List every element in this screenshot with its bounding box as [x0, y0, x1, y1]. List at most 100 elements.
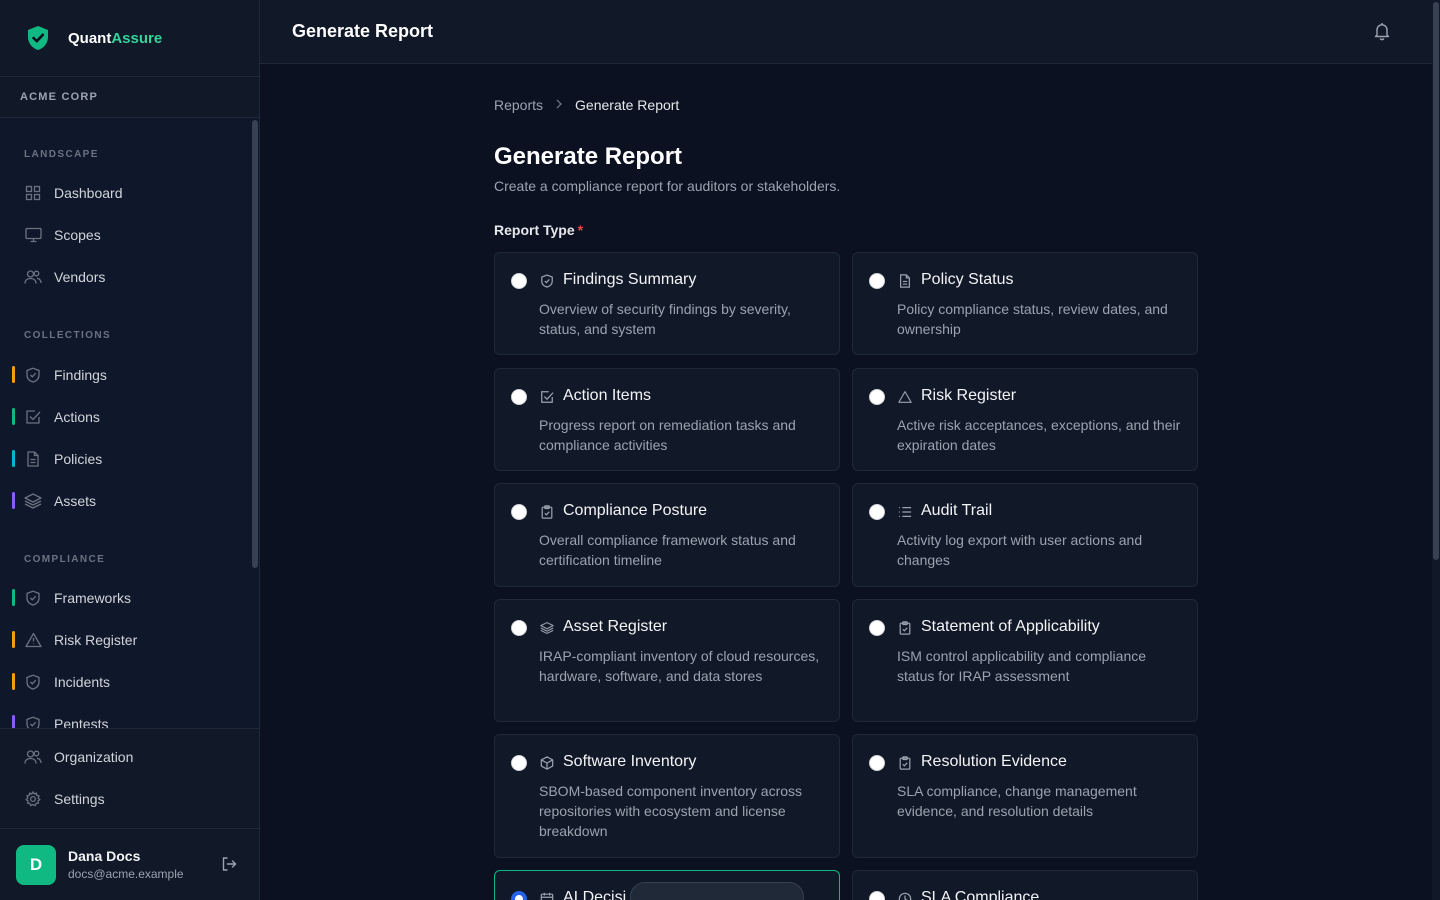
shield-icon: [24, 589, 42, 607]
sidebar-item-label: Actions: [54, 409, 100, 425]
report-type-description: Policy compliance status, review dates, …: [897, 301, 1168, 337]
report-type-option[interactable]: Software Inventory SBOM-based component …: [494, 734, 840, 858]
sidebar-item-label: Organization: [54, 749, 134, 765]
breadcrumb-reports-link[interactable]: Reports: [494, 97, 543, 113]
report-type-option[interactable]: Risk Register Active risk acceptances, e…: [852, 368, 1198, 471]
report-type-option[interactable]: Statement of Applicability ISM control a…: [852, 599, 1198, 722]
report-type-description: Activity log export with user actions an…: [897, 532, 1143, 568]
sidebar-item-label: Scopes: [54, 227, 101, 243]
sidebar-item-scopes[interactable]: Scopes: [0, 217, 250, 253]
user-profile[interactable]: D Dana Docs docs@acme.example: [0, 828, 259, 900]
sidebar-item-label: Frameworks: [54, 590, 132, 606]
color-bar: [12, 366, 15, 383]
report-type-option[interactable]: Policy Status Policy compliance status, …: [852, 252, 1198, 355]
report-type-title: Compliance Posture: [563, 502, 708, 519]
sidebar-item-organization[interactable]: Organization: [0, 739, 250, 775]
sidebar-item-policies[interactable]: Policies: [0, 441, 250, 477]
report-type-title: Audit Trail: [921, 502, 993, 519]
sidebar-item-label: Settings: [54, 791, 105, 807]
required-mark: *: [577, 222, 584, 238]
radio-button[interactable]: [869, 504, 885, 520]
sidebar-item-label: Incidents: [54, 674, 111, 690]
report-type-title: Policy Status: [921, 271, 1014, 288]
sidebar-item-label: Vendors: [54, 269, 106, 285]
sidebar-item-vendors[interactable]: Vendors: [0, 259, 250, 295]
color-bar: [12, 492, 15, 509]
report-type-option[interactable]: Resolution Evidence SLA compliance, chan…: [852, 734, 1198, 858]
report-type-description: SLA compliance, change management eviden…: [897, 783, 1137, 819]
users-icon: [24, 268, 42, 286]
report-type-description: Progress report on remediation tasks and…: [539, 417, 796, 453]
radio-button[interactable]: [511, 891, 527, 900]
bell-icon[interactable]: [1372, 21, 1392, 46]
shield-check-logo-icon: [28, 26, 48, 50]
radio-button[interactable]: [511, 389, 527, 405]
nav-section-collections: COLLECTIONS: [24, 330, 112, 341]
list-icon: [898, 507, 912, 517]
sidebar-scrollbar[interactable]: [252, 120, 258, 568]
sidebar-item-pentests[interactable]: Pentests: [0, 706, 250, 728]
sidebar-item-assets[interactable]: Assets: [0, 483, 250, 519]
breadcrumb: Reports Generate Report: [494, 97, 679, 113]
report-type-description: Overview of security findings by severit…: [539, 301, 791, 337]
sidebar-item-dashboard[interactable]: Dashboard: [0, 175, 250, 211]
avatar: D: [16, 844, 56, 885]
page-scrollbar[interactable]: [1433, 2, 1439, 560]
radio-button[interactable]: [869, 273, 885, 289]
report-type-option[interactable]: Action Items Progress report on remediat…: [494, 368, 840, 471]
file-icon: [900, 274, 910, 288]
radio-button[interactable]: [869, 389, 885, 405]
report-type-option[interactable]: SLA Compliance: [852, 870, 1198, 900]
sidebar-item-incidents[interactable]: Incidents: [0, 664, 250, 700]
user-name: Dana Docs: [68, 848, 141, 864]
gear-icon: [24, 790, 42, 808]
clipboard-icon: [899, 621, 911, 635]
sidebar-item-findings[interactable]: Findings: [0, 357, 250, 393]
radio-button[interactable]: [511, 620, 527, 636]
sidebar-item-settings[interactable]: Settings: [0, 781, 250, 817]
radio-button[interactable]: [511, 755, 527, 771]
radio-button[interactable]: [869, 755, 885, 771]
shield-icon: [541, 274, 553, 288]
report-type-title: Statement of Applicability: [921, 618, 1100, 635]
user-email: docs@acme.example: [68, 867, 184, 881]
sidebar-item-label: Findings: [54, 367, 107, 383]
radio-button[interactable]: [511, 504, 527, 520]
sidebar-item-actions[interactable]: Actions: [0, 399, 250, 435]
report-type-title: Risk Register: [921, 387, 1017, 404]
clipboard-icon: [541, 505, 553, 519]
sidebar-item-frameworks[interactable]: Frameworks: [0, 580, 250, 616]
calendar-icon: [540, 892, 554, 900]
radio-button[interactable]: [869, 620, 885, 636]
warning-icon: [24, 631, 42, 649]
color-bar: [12, 589, 15, 606]
sidebar-item-risk-register[interactable]: Risk Register: [0, 622, 250, 658]
shield-icon: [24, 715, 42, 728]
report-type-description: SBOM-based component inventory across re…: [539, 783, 803, 839]
nav-section-landscape: LANDSCAPE: [24, 149, 99, 160]
logout-icon[interactable]: [221, 856, 237, 877]
report-type-option[interactable]: Asset Register IRAP-compliant inventory …: [494, 599, 840, 722]
sidebar-item-label: Pentests: [54, 716, 109, 728]
header-title: Generate Report: [292, 21, 434, 41]
breadcrumb-current: Generate Report: [575, 97, 680, 113]
color-bar: [12, 631, 15, 648]
org-name[interactable]: ACME CORP: [0, 77, 259, 118]
report-type-option[interactable]: Compliance Posture Overall compliance fr…: [494, 483, 840, 587]
radio-button[interactable]: [511, 273, 527, 289]
report-type-option[interactable]: Findings Summary Overview of security fi…: [494, 252, 840, 355]
floating-toolbar[interactable]: [630, 882, 804, 900]
check-square-icon: [541, 391, 554, 403]
grid-icon: [24, 184, 42, 202]
report-type-title: Software Inventory: [563, 753, 697, 770]
radio-button[interactable]: [869, 891, 885, 900]
report-type-title: AI Decisi: [563, 889, 627, 900]
report-type-option[interactable]: Audit Trail Activity log export with use…: [852, 483, 1198, 587]
nav-bottom: Organization Settings: [0, 728, 259, 828]
layers-icon: [24, 492, 42, 510]
brand[interactable]: QuantAssure: [0, 0, 259, 77]
clipboard-icon: [899, 756, 911, 770]
report-type-label: Report Type *: [494, 222, 584, 238]
chevron-right-icon: [555, 98, 563, 112]
warning-icon: [898, 391, 912, 403]
